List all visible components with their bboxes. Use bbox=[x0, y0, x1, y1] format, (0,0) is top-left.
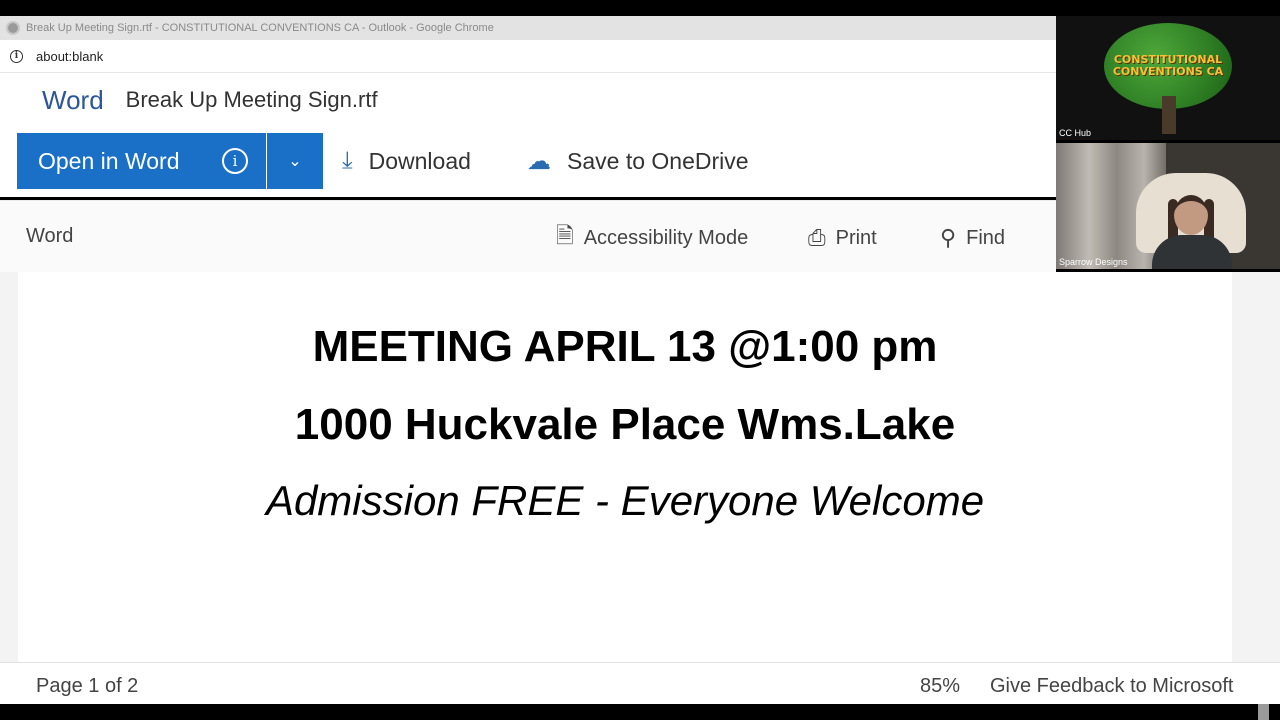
find-button[interactable]: ⚲ Find bbox=[940, 221, 1005, 255]
zoom-level[interactable]: 85% bbox=[920, 675, 960, 698]
address-bar[interactable]: i about:blank bbox=[0, 40, 1056, 73]
download-button[interactable]: ⤓ Download bbox=[342, 133, 471, 189]
search-icon: ⚲ bbox=[940, 225, 957, 250]
open-in-word-label: Open in Word bbox=[38, 147, 180, 174]
logo-text: CONSTITUTIONAL CONVENTIONS CA bbox=[1112, 53, 1224, 78]
find-label: Find bbox=[966, 226, 1006, 249]
person-body bbox=[1152, 235, 1232, 269]
command-bar-label: Word bbox=[26, 225, 74, 247]
give-feedback-link[interactable]: Give Feedback to Microsoft bbox=[990, 675, 1233, 698]
save-to-onedrive-label: Save to OneDrive bbox=[567, 147, 749, 174]
window-title: Break Up Meeting Sign.rtf - CONSTITUTION… bbox=[26, 22, 494, 34]
print-label: Print bbox=[835, 226, 877, 249]
meeting-date-line: MEETING APRIL 13 @1:00 pm bbox=[312, 322, 938, 371]
download-label: Download bbox=[368, 147, 471, 174]
accessibility-document-icon: 🗎 bbox=[556, 223, 574, 248]
info-icon[interactable]: i bbox=[10, 49, 23, 63]
chevron-down-icon: ⌄ bbox=[288, 153, 302, 170]
person-head bbox=[1174, 195, 1208, 235]
document-title: Break Up Meeting Sign.rtf bbox=[125, 87, 378, 112]
video-tile-sparrow-designs[interactable]: Sparrow Designs bbox=[1056, 143, 1280, 269]
screen: Break Up Meeting Sign.rtf - CONSTITUTION… bbox=[0, 0, 1280, 720]
admission-line: Admission FREE - Everyone Welcome bbox=[265, 477, 985, 524]
status-bar: Page 1 of 2 85% Give Feedback to Microso… bbox=[0, 662, 1280, 704]
download-icon: ⤓ bbox=[342, 147, 353, 174]
meeting-address-line: 1000 Huckvale Place Wms.Lake bbox=[294, 400, 956, 449]
command-bar: Word 🗎 Accessibility Mode ⎙ Print ⚲ Find bbox=[0, 200, 1056, 272]
open-options-dropdown[interactable]: ⌄ bbox=[267, 133, 323, 189]
page-indicator: Page 1 of 2 bbox=[36, 675, 139, 697]
document-page[interactable]: MEETING APRIL 13 @1:00 pm 1000 Huckvale … bbox=[18, 272, 1232, 662]
accessibility-mode-button[interactable]: 🗎 Accessibility Mode bbox=[556, 221, 748, 255]
participant-name: CC Hub bbox=[1059, 128, 1092, 138]
word-header: Word Break Up Meeting Sign.rtf bbox=[0, 73, 1056, 127]
video-tile-cc-hub[interactable]: CONSTITUTIONAL CONVENTIONS CA CC Hub bbox=[1056, 16, 1280, 140]
url-text[interactable]: about:blank bbox=[36, 49, 103, 64]
document-canvas[interactable]: MEETING APRIL 13 @1:00 pm 1000 Huckvale … bbox=[0, 272, 1280, 720]
primary-toolbar: Open in Word i ⌄ ⤓ Download ☁ Save to On… bbox=[0, 127, 1056, 197]
save-to-onedrive-button[interactable]: ☁ Save to OneDrive bbox=[527, 133, 749, 189]
participant-name: Sparrow Designs bbox=[1059, 257, 1128, 267]
info-circle-icon[interactable]: i bbox=[222, 148, 248, 174]
accessibility-mode-label: Accessibility Mode bbox=[583, 226, 749, 249]
cloud-upload-icon: ☁ bbox=[527, 147, 551, 175]
tree-logo-trunk bbox=[1162, 96, 1176, 134]
word-brand[interactable]: Word bbox=[42, 85, 104, 116]
browser-title-bar: Break Up Meeting Sign.rtf - CONSTITUTION… bbox=[0, 16, 1056, 40]
chrome-icon bbox=[6, 21, 20, 35]
open-in-word-button[interactable]: Open in Word i bbox=[17, 133, 266, 189]
printer-icon: ⎙ bbox=[808, 225, 826, 250]
print-button[interactable]: ⎙ Print bbox=[808, 221, 877, 255]
